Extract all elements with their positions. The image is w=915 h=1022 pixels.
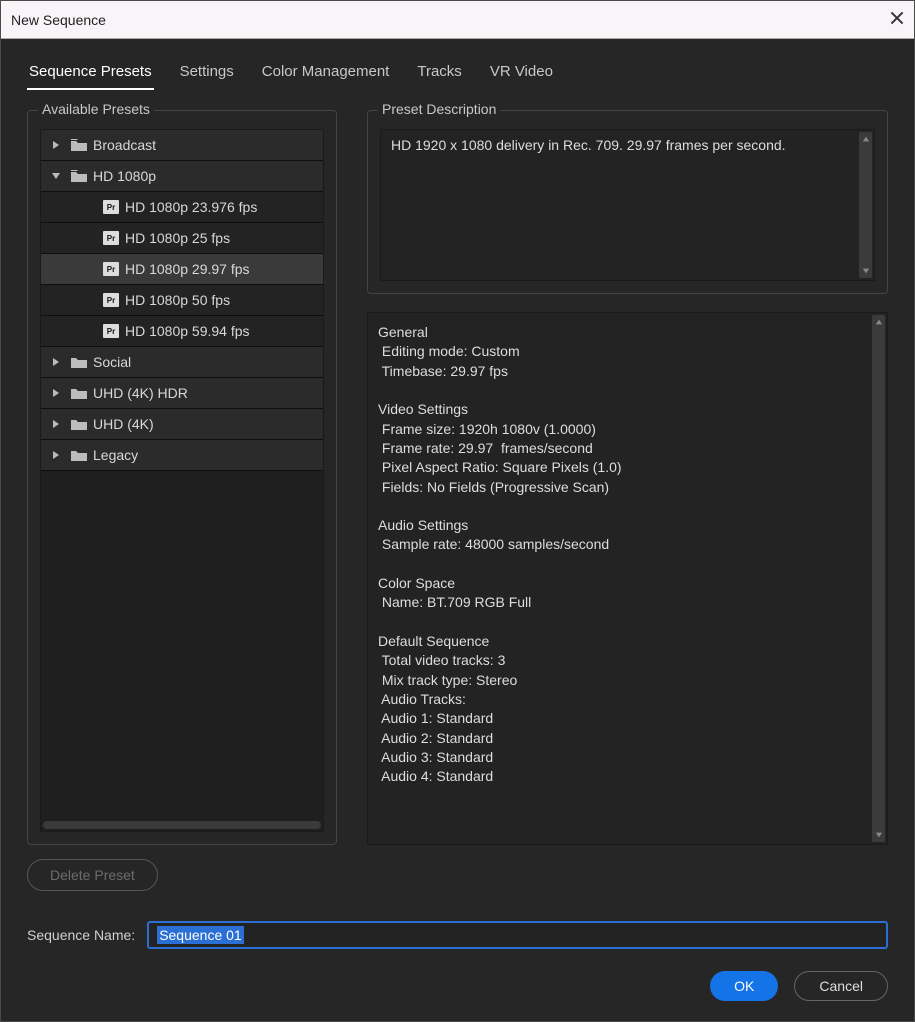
preset-folder-uhd4k[interactable]: UHD (4K) [41, 409, 323, 440]
available-presets-panel: Available Presets Broadcast [27, 110, 337, 845]
sequence-name-value: Sequence 01 [157, 926, 244, 944]
preset-icon: Pr [103, 324, 119, 338]
folder-label: Social [93, 354, 131, 370]
scroll-up-icon[interactable] [859, 132, 872, 146]
chevron-right-icon [47, 140, 65, 150]
preset-item[interactable]: Pr HD 1080p 23.976 fps [41, 192, 323, 223]
available-presets-label: Available Presets [38, 101, 154, 117]
scroll-down-icon[interactable] [872, 828, 885, 842]
tab-tracks[interactable]: Tracks [415, 61, 463, 90]
folder-label: UHD (4K) HDR [93, 385, 188, 401]
sequence-name-input[interactable]: Sequence 01 [147, 921, 888, 949]
delete-preset-button[interactable]: Delete Preset [27, 859, 158, 891]
horizontal-scrollbar[interactable] [43, 821, 321, 829]
cancel-button[interactable]: Cancel [794, 971, 888, 1001]
sequence-name-label: Sequence Name: [27, 927, 135, 943]
folder-label: Broadcast [93, 137, 156, 153]
preset-item-label: HD 1080p 59.94 fps [125, 323, 250, 339]
preset-folder-hd1080p[interactable]: HD 1080p [41, 161, 323, 192]
preset-folder-uhd4khdr[interactable]: UHD (4K) HDR [41, 378, 323, 409]
tab-bar: Sequence Presets Settings Color Manageme… [27, 61, 888, 100]
folder-icon [71, 169, 87, 183]
folder-icon [71, 138, 87, 152]
folder-label: UHD (4K) [93, 416, 154, 432]
chevron-down-icon [47, 171, 65, 181]
chevron-right-icon [47, 357, 65, 367]
tab-sequence-presets[interactable]: Sequence Presets [27, 61, 154, 90]
window-title: New Sequence [11, 12, 106, 28]
details-text: General Editing mode: Custom Timebase: 2… [368, 313, 887, 797]
preset-item-label: HD 1080p 25 fps [125, 230, 230, 246]
folder-icon [71, 448, 87, 462]
preset-item-label: HD 1080p 50 fps [125, 292, 230, 308]
titlebar: New Sequence [1, 1, 914, 39]
folder-label: HD 1080p [93, 168, 156, 184]
preset-description-label: Preset Description [378, 101, 500, 117]
preset-icon: Pr [103, 293, 119, 307]
scroll-up-icon[interactable] [872, 315, 885, 329]
preset-folder-legacy[interactable]: Legacy [41, 440, 323, 471]
description-box: HD 1920 x 1080 delivery in Rec. 709. 29.… [380, 129, 875, 281]
chevron-right-icon [47, 388, 65, 398]
preset-item-selected[interactable]: Pr HD 1080p 29.97 fps [41, 254, 323, 285]
preset-icon: Pr [103, 200, 119, 214]
preset-item-label: HD 1080p 23.976 fps [125, 199, 257, 215]
details-box: General Editing mode: Custom Timebase: 2… [367, 312, 888, 845]
tab-vr-video[interactable]: VR Video [488, 61, 555, 90]
ok-button[interactable]: OK [710, 971, 778, 1001]
scroll-down-icon[interactable] [859, 264, 872, 278]
tab-settings[interactable]: Settings [178, 61, 236, 90]
close-icon[interactable] [890, 11, 904, 28]
preset-folder-broadcast[interactable]: Broadcast [41, 130, 323, 161]
preset-item[interactable]: Pr HD 1080p 50 fps [41, 285, 323, 316]
folder-icon [71, 355, 87, 369]
description-text: HD 1920 x 1080 delivery in Rec. 709. 29.… [381, 130, 874, 161]
vertical-scrollbar[interactable] [872, 315, 885, 842]
folder-label: Legacy [93, 447, 138, 463]
new-sequence-dialog: New Sequence Sequence Presets Settings C… [0, 0, 915, 1022]
folder-icon [71, 386, 87, 400]
preset-description-panel: Preset Description HD 1920 x 1080 delive… [367, 110, 888, 294]
preset-item[interactable]: Pr HD 1080p 59.94 fps [41, 316, 323, 347]
chevron-right-icon [47, 419, 65, 429]
preset-item-label: HD 1080p 29.97 fps [125, 261, 250, 277]
folder-icon [71, 417, 87, 431]
tab-color-management[interactable]: Color Management [260, 61, 392, 90]
chevron-right-icon [47, 450, 65, 460]
preset-icon: Pr [103, 231, 119, 245]
preset-icon: Pr [103, 262, 119, 276]
vertical-scrollbar[interactable] [859, 132, 872, 278]
preset-folder-social[interactable]: Social [41, 347, 323, 378]
preset-item[interactable]: Pr HD 1080p 25 fps [41, 223, 323, 254]
presets-tree[interactable]: Broadcast HD 1080p Pr HD 1080p 23.976 fp… [40, 129, 324, 832]
